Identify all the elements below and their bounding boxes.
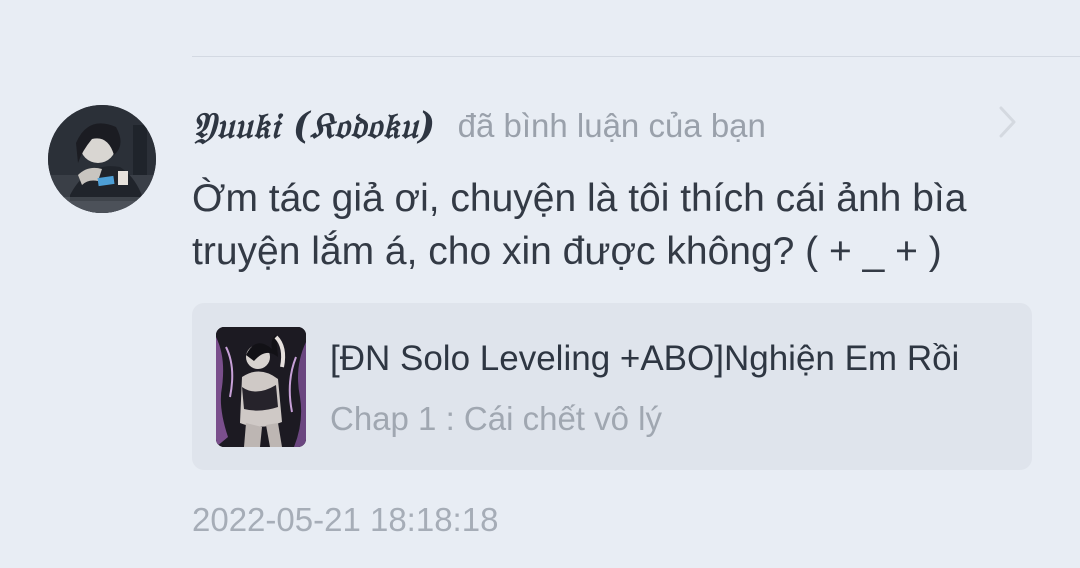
notification-header: 𝔜𝔲𝔲𝔨𝔦 (𝔎𝔬𝔡𝔬𝔨𝔲) đã bình luận của bạn	[192, 98, 766, 154]
action-text: đã bình luận của bạn	[457, 107, 766, 144]
divider	[192, 56, 1080, 57]
username[interactable]: 𝔜𝔲𝔲𝔨𝔦 (𝔎𝔬𝔡𝔬𝔨𝔲)	[192, 105, 436, 148]
story-cover-image	[216, 327, 306, 447]
user-avatar[interactable]	[48, 105, 156, 213]
chevron-right-icon[interactable]	[992, 104, 1022, 140]
timestamp: 2022-05-21 18:18:18	[192, 501, 499, 538]
story-title: [ĐN Solo Leveling +ABO]Nghiện Em Rồi	[330, 339, 960, 378]
comment-text: Ờm tác giả ơi, chuyện là tôi thích cái ả…	[192, 177, 967, 273]
story-card[interactable]: [ĐN Solo Leveling +ABO]Nghiện Em Rồi Cha…	[192, 303, 1032, 470]
chapter-title: Chap 1 : Cái chết vô lý	[330, 400, 662, 437]
